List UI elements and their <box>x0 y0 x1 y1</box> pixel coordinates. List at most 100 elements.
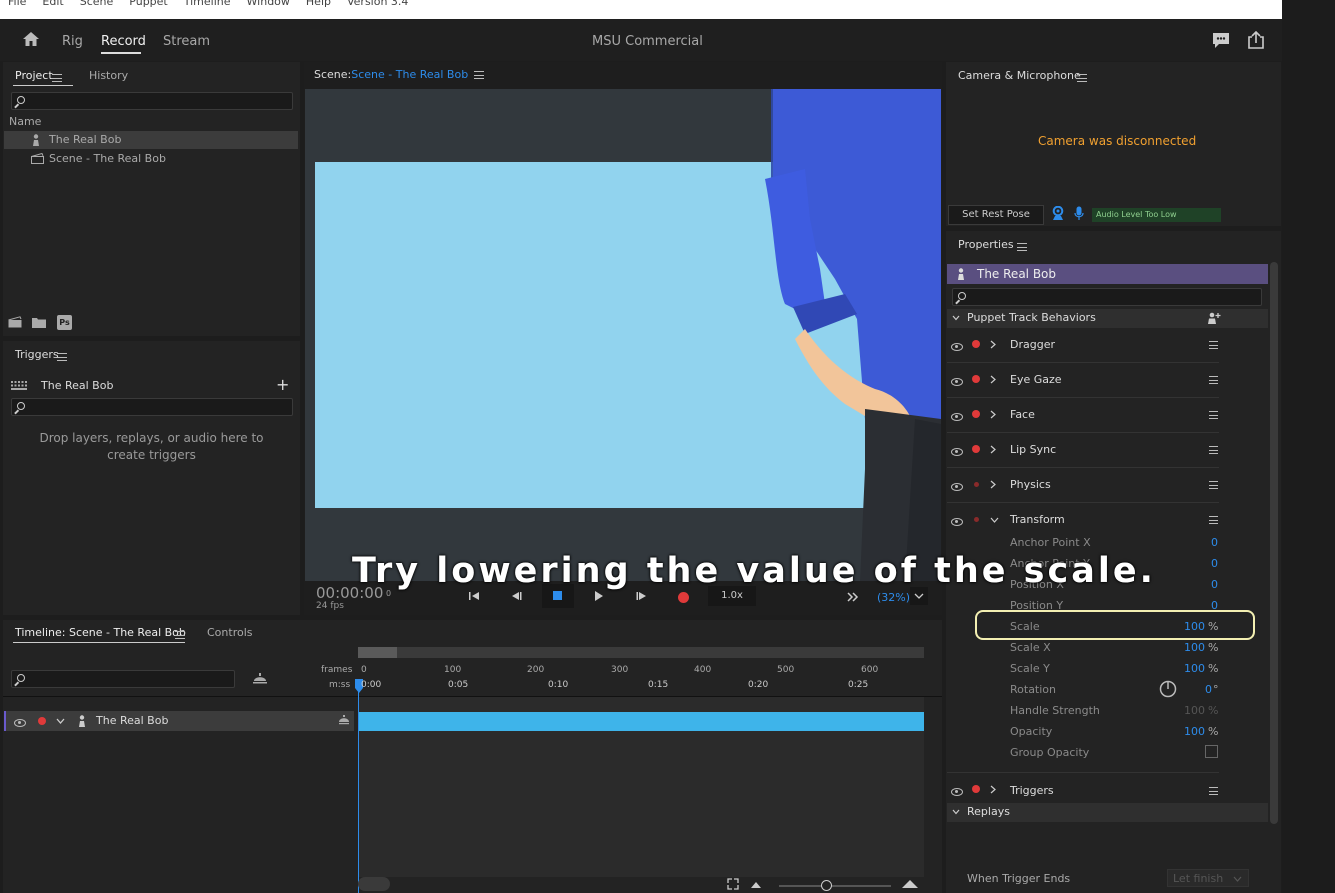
tab-project[interactable]: Project <box>15 69 53 82</box>
chevron-right-icon[interactable] <box>990 375 996 384</box>
record-arm-dot[interactable] <box>974 482 979 487</box>
add-trigger-button[interactable]: + <box>276 375 289 394</box>
menu-window[interactable]: Window <box>247 0 290 8</box>
record-arm-dot[interactable] <box>972 445 980 453</box>
prop-scale-value[interactable]: 100 <box>1170 620 1205 633</box>
timeline-scrollbar-top[interactable] <box>358 647 924 658</box>
record-arm-dot[interactable] <box>972 375 980 383</box>
record-arm-dot[interactable] <box>972 340 980 348</box>
camera-toggle-icon[interactable] <box>1052 206 1064 221</box>
menu-help[interactable]: Help <box>306 0 331 8</box>
properties-scrollbar[interactable] <box>1270 262 1278 824</box>
behavior-menu-icon[interactable] <box>1209 411 1218 419</box>
fit-timeline-icon[interactable] <box>727 878 739 890</box>
fast-forward-icon[interactable] <box>847 592 859 602</box>
set-rest-pose-button[interactable]: Set Rest Pose <box>948 205 1044 225</box>
record-arm-dot[interactable] <box>972 410 980 418</box>
prop-anchor-x-value[interactable]: 0 <box>1180 536 1218 549</box>
behavior-menu-icon[interactable] <box>1209 376 1218 384</box>
behavior-row-triggers[interactable]: Triggers <box>947 774 1219 804</box>
tab-stream[interactable]: Stream <box>163 34 210 49</box>
chevron-down-icon[interactable] <box>990 517 999 523</box>
behavior-row-lip-sync[interactable]: Lip Sync <box>947 433 1219 468</box>
prop-handle-strength-value[interactable]: 100 <box>1170 704 1205 717</box>
zoom-in-mountain-icon[interactable] <box>902 879 918 888</box>
new-scene-icon[interactable] <box>8 316 22 328</box>
scene-canvas[interactable] <box>305 89 941 581</box>
prop-position-x-value[interactable]: 0 <box>1180 578 1218 591</box>
behavior-row-eye-gaze[interactable]: Eye Gaze <box>947 363 1219 398</box>
record-arm-dot[interactable] <box>38 717 46 725</box>
chevron-right-icon[interactable] <box>990 410 996 419</box>
visibility-eye-icon[interactable] <box>951 518 963 526</box>
chevron-right-icon[interactable] <box>990 445 996 454</box>
visibility-eye-icon[interactable] <box>951 343 963 351</box>
project-search-input[interactable] <box>11 92 293 110</box>
tab-controls[interactable]: Controls <box>207 626 253 639</box>
record-arm-dot[interactable] <box>974 517 979 522</box>
menu-file[interactable]: File <box>8 0 26 8</box>
step-forward-icon[interactable] <box>636 591 648 601</box>
scene-menu-icon[interactable] <box>474 71 485 79</box>
timeline-menu-icon[interactable] <box>175 631 185 639</box>
zoom-level[interactable]: (32%) <box>877 591 910 604</box>
group-opacity-checkbox[interactable] <box>1205 745 1218 758</box>
camera-menu-icon[interactable] <box>1077 74 1087 82</box>
visibility-eye-icon[interactable] <box>951 448 963 456</box>
prop-scale-y-value[interactable]: 100 <box>1170 662 1205 675</box>
behavior-row-dragger[interactable]: Dragger <box>947 328 1219 363</box>
track-bar[interactable] <box>358 712 924 731</box>
behavior-menu-icon[interactable] <box>1209 516 1218 524</box>
share-icon[interactable] <box>1247 31 1265 49</box>
replays-header[interactable]: Replays <box>947 803 1268 822</box>
behavior-row-transform[interactable]: Transform <box>947 503 1219 538</box>
triggers-menu-icon[interactable] <box>57 353 67 361</box>
folder-icon[interactable] <box>32 317 46 328</box>
behavior-menu-icon[interactable] <box>1209 446 1218 454</box>
triggers-search-input[interactable] <box>11 398 293 416</box>
tab-rig[interactable]: Rig <box>62 34 83 49</box>
menu-puppet[interactable]: Puppet <box>129 0 167 8</box>
record-arm-dot[interactable] <box>972 785 980 793</box>
timeline-zoom-knob[interactable] <box>821 880 832 891</box>
puppet-track-behaviors-header[interactable]: Puppet Track Behaviors <box>947 309 1268 328</box>
add-behavior-icon[interactable] <box>1207 312 1221 324</box>
behavior-menu-icon[interactable] <box>1209 787 1218 795</box>
behavior-row-physics[interactable]: Physics <box>947 468 1219 503</box>
behavior-menu-icon[interactable] <box>1209 341 1218 349</box>
playhead-line[interactable] <box>358 680 359 893</box>
timeline-search-input[interactable] <box>11 670 235 688</box>
visibility-eye-icon[interactable] <box>14 719 26 727</box>
project-menu-icon[interactable] <box>52 74 62 82</box>
visibility-eye-icon[interactable] <box>951 483 963 491</box>
properties-search-input[interactable] <box>952 288 1262 306</box>
record-button[interactable] <box>678 592 689 603</box>
home-icon[interactable] <box>22 31 40 47</box>
chevron-down-icon[interactable] <box>56 717 65 725</box>
prop-anchor-y-value[interactable]: 0 <box>1180 557 1218 570</box>
tab-record[interactable]: Record <box>101 34 146 49</box>
behavior-menu-icon[interactable] <box>1209 481 1218 489</box>
go-to-start-icon[interactable] <box>468 591 480 601</box>
timeline-bottom-scroll[interactable] <box>358 877 390 891</box>
let-finish-dropdown[interactable]: Let finish <box>1167 869 1249 887</box>
rotation-dial-icon[interactable] <box>1159 680 1177 698</box>
arm-puppet-icon[interactable] <box>252 673 268 685</box>
project-item-puppet[interactable]: The Real Bob <box>4 131 298 149</box>
properties-menu-icon[interactable] <box>1017 243 1027 251</box>
tab-timeline[interactable]: Timeline: Scene - The Real Bob <box>15 626 186 639</box>
play-icon[interactable] <box>594 590 604 602</box>
tab-history[interactable]: History <box>89 69 128 82</box>
zoom-out-mountain-icon[interactable] <box>751 881 761 888</box>
project-item-scene[interactable]: Scene - The Real Bob <box>4 150 298 168</box>
track-row[interactable]: The Real Bob <box>4 711 354 731</box>
chevron-right-icon[interactable] <box>990 785 996 794</box>
menu-timeline[interactable]: Timeline <box>184 0 231 8</box>
step-back-icon[interactable] <box>510 591 522 601</box>
timeline-zoom-slider[interactable] <box>779 885 891 887</box>
visibility-eye-icon[interactable] <box>951 413 963 421</box>
microphone-icon[interactable] <box>1074 206 1084 221</box>
arm-puppet-icon[interactable] <box>338 715 350 725</box>
visibility-eye-icon[interactable] <box>951 788 963 796</box>
photoshop-icon[interactable]: Ps <box>57 315 72 330</box>
